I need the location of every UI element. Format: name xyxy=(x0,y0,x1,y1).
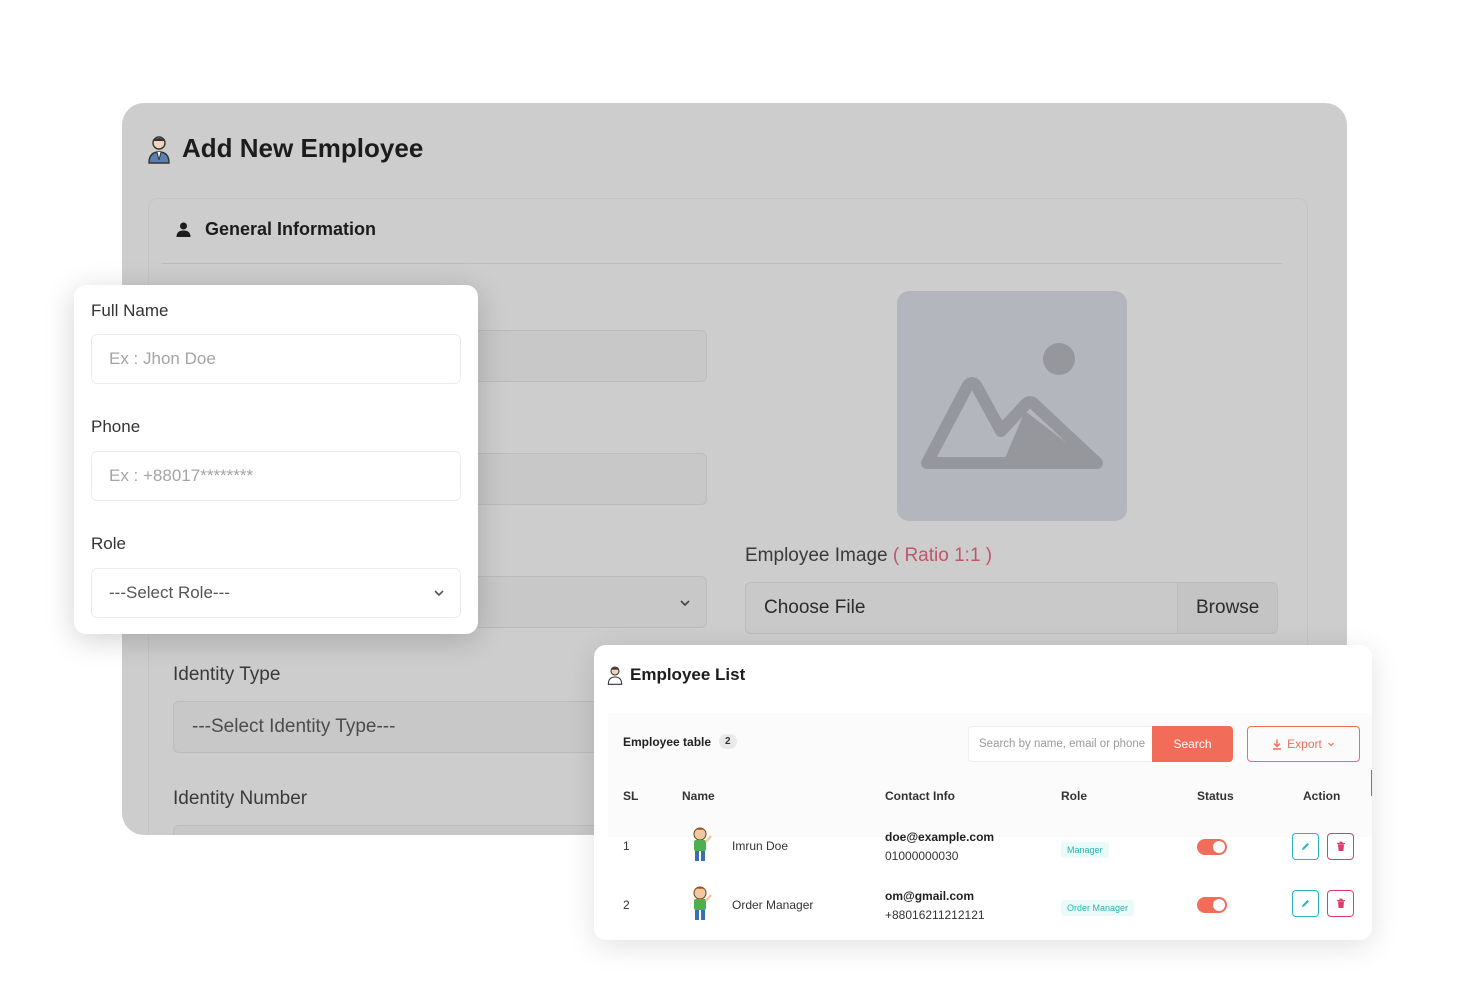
basic-info-card: Full Name Ex : Jhon Doe Phone Ex : +8801… xyxy=(74,285,478,634)
role-select-bg xyxy=(462,576,707,628)
chevron-down-icon xyxy=(1327,742,1334,747)
employee-image-text: Employee Image xyxy=(745,545,888,566)
delete-icon xyxy=(1336,898,1345,908)
phone-input-bg xyxy=(462,453,707,505)
employee-phone: +88016211212121 xyxy=(885,908,985,922)
employee-name: Order Manager xyxy=(732,898,814,912)
employee-name: Imrun Doe xyxy=(732,839,789,853)
employee-list-card: Employee List Employee table 2 Search by… xyxy=(594,645,1372,940)
status-toggle[interactable] xyxy=(1197,839,1227,855)
edit-button[interactable] xyxy=(1292,890,1319,917)
chevron-down-icon xyxy=(434,590,444,597)
file-input[interactable]: Choose File Browse xyxy=(745,582,1278,634)
row-sl: 2 xyxy=(623,898,630,912)
identity-number-label: Identity Number xyxy=(173,788,308,809)
avatar xyxy=(693,827,712,861)
edit-button[interactable] xyxy=(1292,833,1319,860)
employee-icon xyxy=(607,666,623,685)
column-header-action: Action xyxy=(1303,789,1341,803)
role-select[interactable]: ---Select Role--- xyxy=(91,568,461,618)
delete-button[interactable] xyxy=(1327,833,1354,860)
column-header-name: Name xyxy=(682,789,715,803)
scrollbar[interactable] xyxy=(1371,770,1372,796)
identity-type-label: Identity Type xyxy=(173,664,281,685)
delete-button[interactable] xyxy=(1327,890,1354,917)
table-count-badge: 2 xyxy=(719,734,737,749)
employee-list-title: Employee List xyxy=(630,665,746,684)
role-label: Role xyxy=(91,534,126,553)
column-header-role: Role xyxy=(1061,789,1088,803)
full-name-label: Full Name xyxy=(91,301,169,320)
column-header-sl: SL xyxy=(623,789,639,803)
section-title: General Information xyxy=(205,219,377,239)
employee-image-preview xyxy=(897,291,1127,521)
chevron-down-icon xyxy=(680,600,690,607)
divider xyxy=(162,263,1282,264)
browse-button[interactable]: Browse xyxy=(1177,583,1277,633)
avatar xyxy=(693,886,712,920)
column-header-contact: Contact Info xyxy=(885,789,955,803)
phone-label: Phone xyxy=(91,417,141,436)
download-icon xyxy=(1273,739,1282,750)
table-label-text: Employee table xyxy=(623,734,712,749)
edit-icon xyxy=(1302,900,1309,907)
export-label: Export xyxy=(1287,737,1322,751)
status-toggle[interactable] xyxy=(1197,897,1227,913)
employee-email: doe@example.com xyxy=(885,830,995,844)
choose-file-text[interactable]: Choose File xyxy=(746,583,1177,633)
search-button[interactable]: Search xyxy=(1152,726,1233,762)
role-badge: Manager xyxy=(1061,842,1109,858)
employee-list-header: Employee List xyxy=(606,665,745,685)
identity-type-value: ---Select Identity Type--- xyxy=(192,716,396,737)
image-ratio-hint: ( Ratio 1:1 ) xyxy=(892,545,993,566)
user-icon xyxy=(176,222,191,237)
image-placeholder-icon xyxy=(921,343,1103,469)
export-button[interactable]: Export xyxy=(1247,726,1360,762)
section-header: General Information xyxy=(176,219,376,240)
employee-email: om@gmail.com xyxy=(885,889,975,903)
employee-phone: 01000000030 xyxy=(885,849,959,863)
page-title: Add New Employee xyxy=(182,133,424,163)
role-select-value: ---Select Role--- xyxy=(109,583,230,602)
search-input[interactable]: Search by name, email or phone xyxy=(968,726,1153,762)
edit-icon xyxy=(1302,843,1309,850)
table-label: Employee table 2 xyxy=(623,734,737,749)
page-header: Add New Employee xyxy=(146,133,423,164)
role-badge: Order Manager xyxy=(1061,900,1135,916)
employee-icon xyxy=(148,135,170,164)
full-name-input[interactable]: Ex : Jhon Doe xyxy=(91,334,461,384)
row-sl: 1 xyxy=(623,839,630,853)
employee-image-label: Employee Image ( Ratio 1:1 ) xyxy=(745,545,992,567)
column-header-status: Status xyxy=(1197,789,1234,803)
full-name-input-bg xyxy=(462,330,707,382)
delete-icon xyxy=(1336,841,1345,851)
phone-input[interactable]: Ex : +88017******** xyxy=(91,451,461,501)
